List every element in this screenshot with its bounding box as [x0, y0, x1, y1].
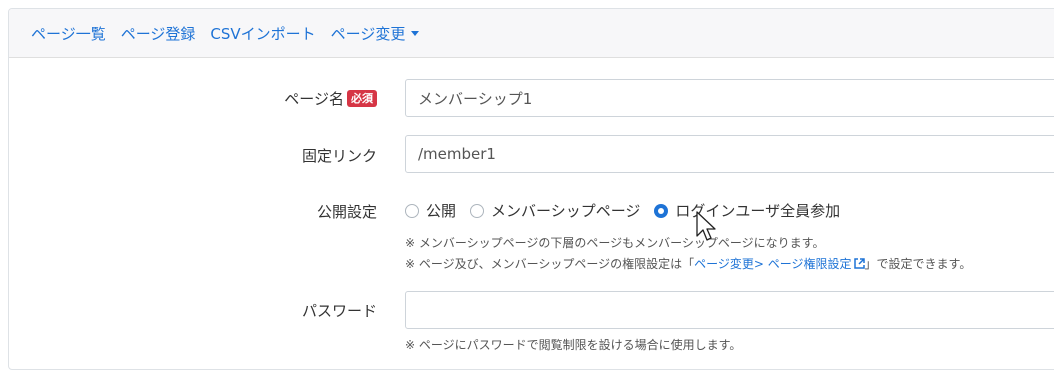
radio-all-logged-in[interactable]: ログインユーザ全員参加: [654, 200, 840, 221]
page-name-label: ページ名 必須: [284, 88, 377, 109]
radio-public[interactable]: 公開: [405, 200, 456, 221]
visibility-radio-group: 公開 メンバーシップページ ログインユーザ全員参加: [405, 200, 854, 221]
page-name-input[interactable]: [405, 79, 1054, 117]
mouse-cursor-icon: [696, 211, 718, 249]
radio-public-label: 公開: [426, 202, 457, 220]
password-label-text: パスワード: [301, 302, 377, 320]
nav-page-list[interactable]: ページ一覧: [31, 23, 106, 44]
caret-down-icon: [411, 30, 420, 36]
permalink-input[interactable]: [405, 135, 1054, 173]
password-label: パスワード: [302, 300, 377, 321]
radio-all-logged-in-circle[interactable]: [654, 203, 669, 218]
visibility-label: 公開設定: [317, 201, 377, 222]
page-permission-link-text: ページ変更> ページ権限設定: [694, 257, 852, 271]
radio-membership[interactable]: メンバーシップページ: [470, 200, 640, 221]
required-badge: 必須: [347, 90, 377, 107]
visibility-label-text: 公開設定: [316, 203, 377, 221]
tab-navbar: ページ一覧 ページ登録 CSVインポート ページ変更: [9, 9, 1054, 58]
page-name-label-text: ページ名: [284, 90, 344, 108]
nav-page-change-label: ページ変更: [330, 24, 406, 43]
radio-public-circle[interactable]: [405, 203, 419, 218]
password-input[interactable]: [405, 291, 1054, 329]
help2-prefix: ※ ページ及び、メンバーシップページの権限設定は「: [405, 257, 695, 271]
nav-page-register[interactable]: ページ登録: [121, 23, 196, 44]
nav-page-change-dropdown[interactable]: ページ変更: [331, 23, 420, 44]
radio-membership-label: メンバーシップページ: [491, 202, 641, 220]
visibility-help-2: ※ ページ及び、メンバーシップページの権限設定は「ページ変更> ページ権限設定」…: [405, 255, 971, 272]
permalink-label-text: 固定リンク: [301, 147, 377, 165]
external-link-icon: [853, 258, 865, 272]
nav-csv-import[interactable]: CSVインポート: [210, 23, 315, 44]
help2-suffix: 」で設定できます。: [864, 257, 972, 271]
password-help: ※ ページにパスワードで閲覧制限を設ける場合に使用します。: [405, 338, 742, 352]
visibility-help-1: ※ メンバーシップページの下層のページもメンバーシップページになります。: [405, 236, 825, 250]
permalink-label: 固定リンク: [302, 145, 377, 166]
page-permission-link[interactable]: ページ変更> ページ権限設定: [694, 257, 865, 272]
radio-membership-circle[interactable]: [470, 203, 485, 218]
